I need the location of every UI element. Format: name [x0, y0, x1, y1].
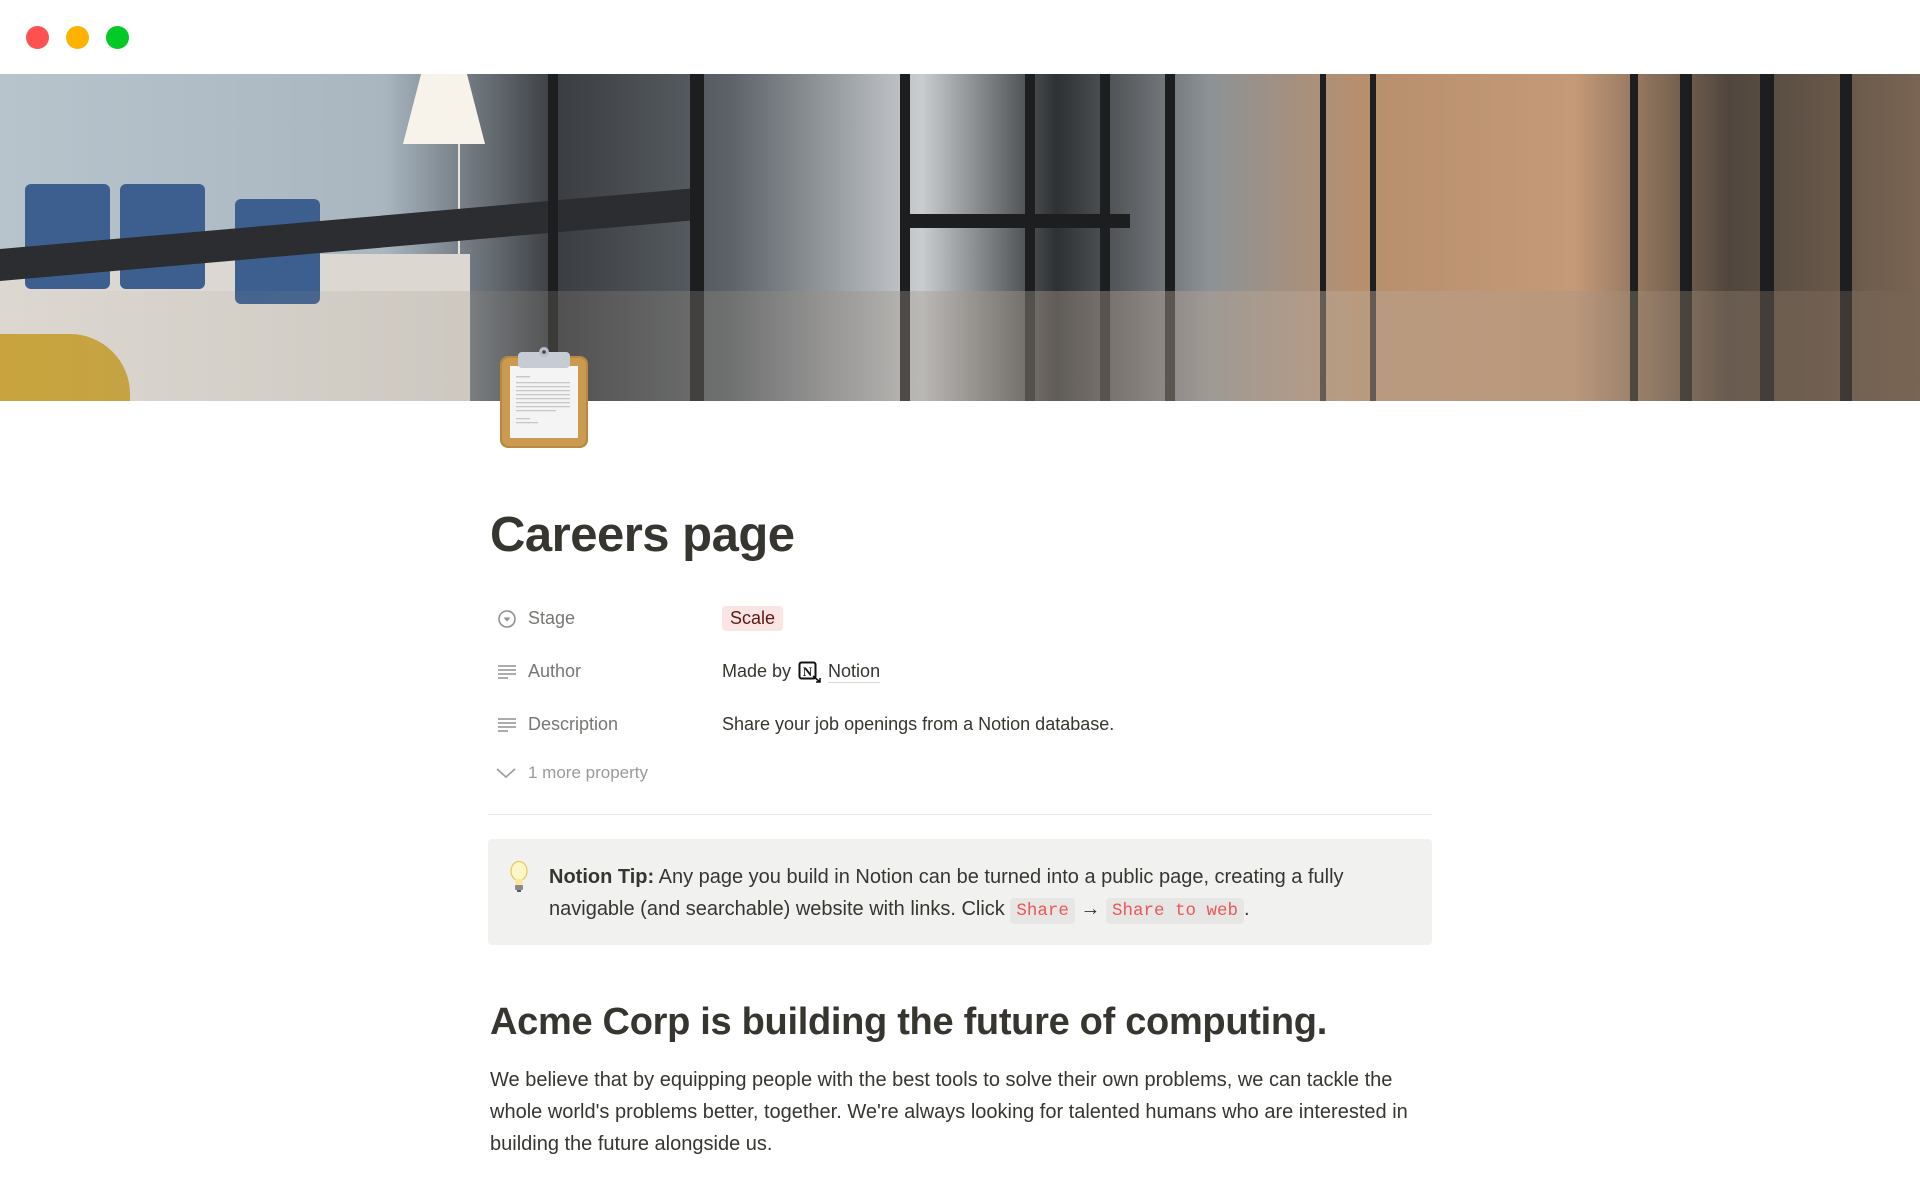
minimize-window-button[interactable]: [66, 26, 89, 49]
property-label: Author: [528, 661, 582, 681]
callout-text: Notion Tip: Any page you build in Notion…: [549, 866, 1344, 924]
property-description[interactable]: Description Share your job openings from…: [490, 698, 1432, 751]
property-label: Description: [528, 714, 619, 734]
author-link[interactable]: Notion: [828, 661, 881, 683]
text-icon: [496, 714, 518, 736]
property-value[interactable]: Made by N Notion: [722, 661, 881, 683]
divider: [488, 814, 1432, 815]
property-value[interactable]: Share your job openings from a Notion da…: [722, 714, 1114, 735]
zoom-window-button[interactable]: [106, 26, 129, 49]
properties-panel: Stage Scale Author Made by N Notion Desc…: [490, 592, 1432, 795]
page-header: Careers page: [490, 490, 1432, 580]
lightbulb-icon: [510, 861, 528, 892]
notion-logo-icon: N: [798, 661, 822, 683]
chevron-down-icon: [496, 767, 516, 779]
property-value[interactable]: Scale: [722, 606, 784, 631]
section-heading[interactable]: Acme Corp is building the future of comp…: [490, 992, 1327, 1052]
property-label: Stage: [528, 608, 576, 628]
arrow: →: [1074, 898, 1106, 920]
more-properties-label: 1 more property: [528, 763, 648, 782]
floor-shading: [0, 291, 1920, 401]
window-titlebar: [0, 0, 1920, 74]
page-title[interactable]: Careers page: [490, 490, 1432, 580]
author-prefix: Made by: [722, 661, 792, 681]
property-name[interactable]: Description: [490, 714, 722, 736]
svg-text:N: N: [803, 664, 813, 679]
text-icon: [496, 661, 518, 683]
more-properties-toggle[interactable]: 1 more property: [490, 751, 1432, 795]
frame-band: [900, 214, 1130, 228]
callout-period: .: [1244, 898, 1250, 920]
select-icon: [496, 608, 518, 630]
property-name[interactable]: Stage: [490, 608, 722, 630]
stage-tag[interactable]: Scale: [722, 606, 784, 631]
share-to-web-code: Share to web: [1105, 898, 1244, 924]
property-name[interactable]: Author: [490, 661, 722, 683]
share-code: Share: [1010, 898, 1075, 924]
cover-image[interactable]: [0, 74, 1920, 401]
lamp-shape: [403, 74, 485, 144]
close-window-button[interactable]: [26, 26, 49, 49]
clipboard-icon[interactable]: [498, 346, 590, 450]
notion-tip-callout: Notion Tip: Any page you build in Notion…: [488, 839, 1432, 945]
callout-bold: Notion Tip:: [549, 866, 655, 888]
property-author[interactable]: Author Made by N Notion: [490, 645, 1432, 698]
section-paragraph[interactable]: We believe that by equipping people with…: [490, 1064, 1432, 1160]
property-stage[interactable]: Stage Scale: [490, 592, 1432, 645]
